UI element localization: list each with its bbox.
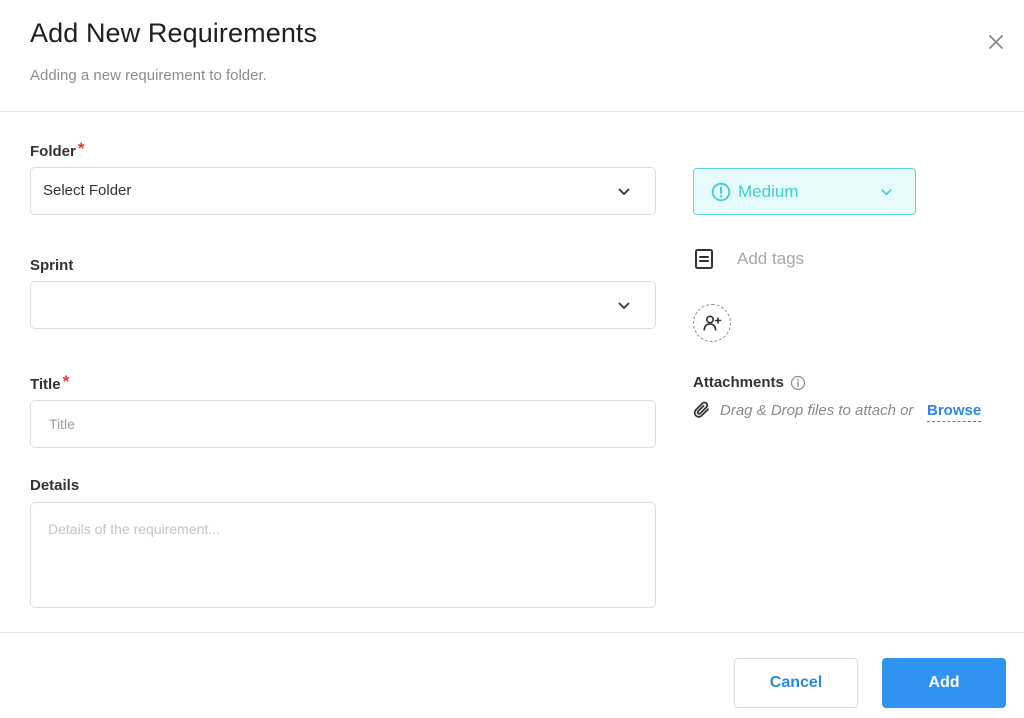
folder-select-value: Select Folder — [43, 182, 132, 199]
browse-link[interactable]: Browse — [927, 402, 982, 422]
exclamation-circle-icon — [711, 182, 731, 202]
dialog-header: Add New Requirements Adding a new requir… — [0, 0, 1024, 112]
chevron-down-icon — [618, 188, 630, 195]
details-label-text: Details — [30, 477, 80, 494]
add-requirement-dialog: Add New Requirements Adding a new requir… — [0, 0, 1024, 718]
priority-dropdown[interactable]: Medium — [693, 168, 916, 215]
dialog-subtitle: Adding a new requirement to folder. — [30, 67, 267, 84]
title-input[interactable] — [30, 400, 656, 448]
dialog-footer: Cancel Add — [0, 632, 1024, 718]
close-button[interactable] — [984, 30, 1008, 54]
tag-list-icon[interactable] — [694, 248, 714, 270]
add-button[interactable]: Add — [882, 658, 1006, 708]
chevron-down-icon — [881, 189, 892, 196]
folder-label-text: Folder — [30, 143, 76, 160]
sprint-label-text: Sprint — [30, 257, 74, 274]
paperclip-icon — [693, 401, 709, 418]
add-tags-button[interactable]: Add tags — [737, 249, 804, 269]
priority-value: Medium — [738, 182, 799, 201]
sprint-select[interactable] — [30, 281, 656, 329]
required-mark: * — [77, 139, 85, 158]
folder-label: Folder * — [30, 139, 85, 161]
drop-zone-text[interactable]: Drag & Drop files to attach or — [720, 402, 913, 419]
sprint-label: Sprint — [30, 257, 73, 274]
attachments-label: Attachments — [693, 374, 784, 391]
add-user-icon — [703, 315, 722, 331]
cancel-button[interactable]: Cancel — [734, 658, 858, 708]
folder-select[interactable]: Select Folder — [30, 167, 656, 215]
dialog-title: Add New Requirements — [30, 18, 318, 48]
close-icon — [989, 35, 1003, 49]
title-label: Title * — [30, 372, 70, 394]
required-mark: * — [62, 372, 70, 391]
chevron-down-icon — [618, 302, 630, 309]
add-assignee-button[interactable] — [693, 304, 731, 342]
title-label-text: Title — [30, 376, 61, 393]
details-label: Details — [30, 477, 79, 494]
info-icon[interactable] — [790, 375, 806, 391]
details-textarea[interactable] — [30, 502, 656, 608]
